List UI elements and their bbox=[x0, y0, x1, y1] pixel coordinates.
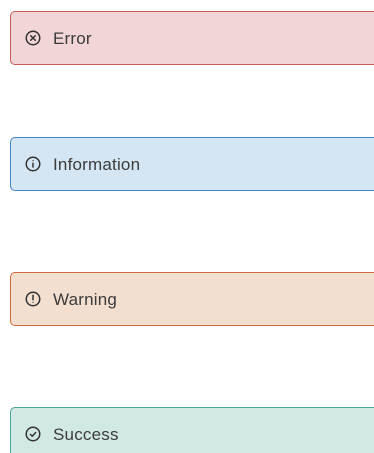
success-alert-label: Success bbox=[53, 424, 119, 444]
info-circle-icon bbox=[24, 155, 42, 173]
success-alert: Success bbox=[10, 407, 374, 453]
information-alert-label: Information bbox=[53, 154, 141, 174]
error-alert-label: Error bbox=[53, 28, 92, 48]
x-circle-icon bbox=[24, 29, 42, 47]
warning-alert-label: Warning bbox=[53, 289, 118, 309]
alert-examples: Error Information Warning Success bbox=[0, 0, 374, 453]
error-alert: Error bbox=[10, 11, 374, 65]
information-alert: Information bbox=[10, 137, 374, 191]
warning-alert: Warning bbox=[10, 272, 374, 326]
check-circle-icon bbox=[24, 425, 42, 443]
exclamation-circle-icon bbox=[24, 290, 42, 308]
